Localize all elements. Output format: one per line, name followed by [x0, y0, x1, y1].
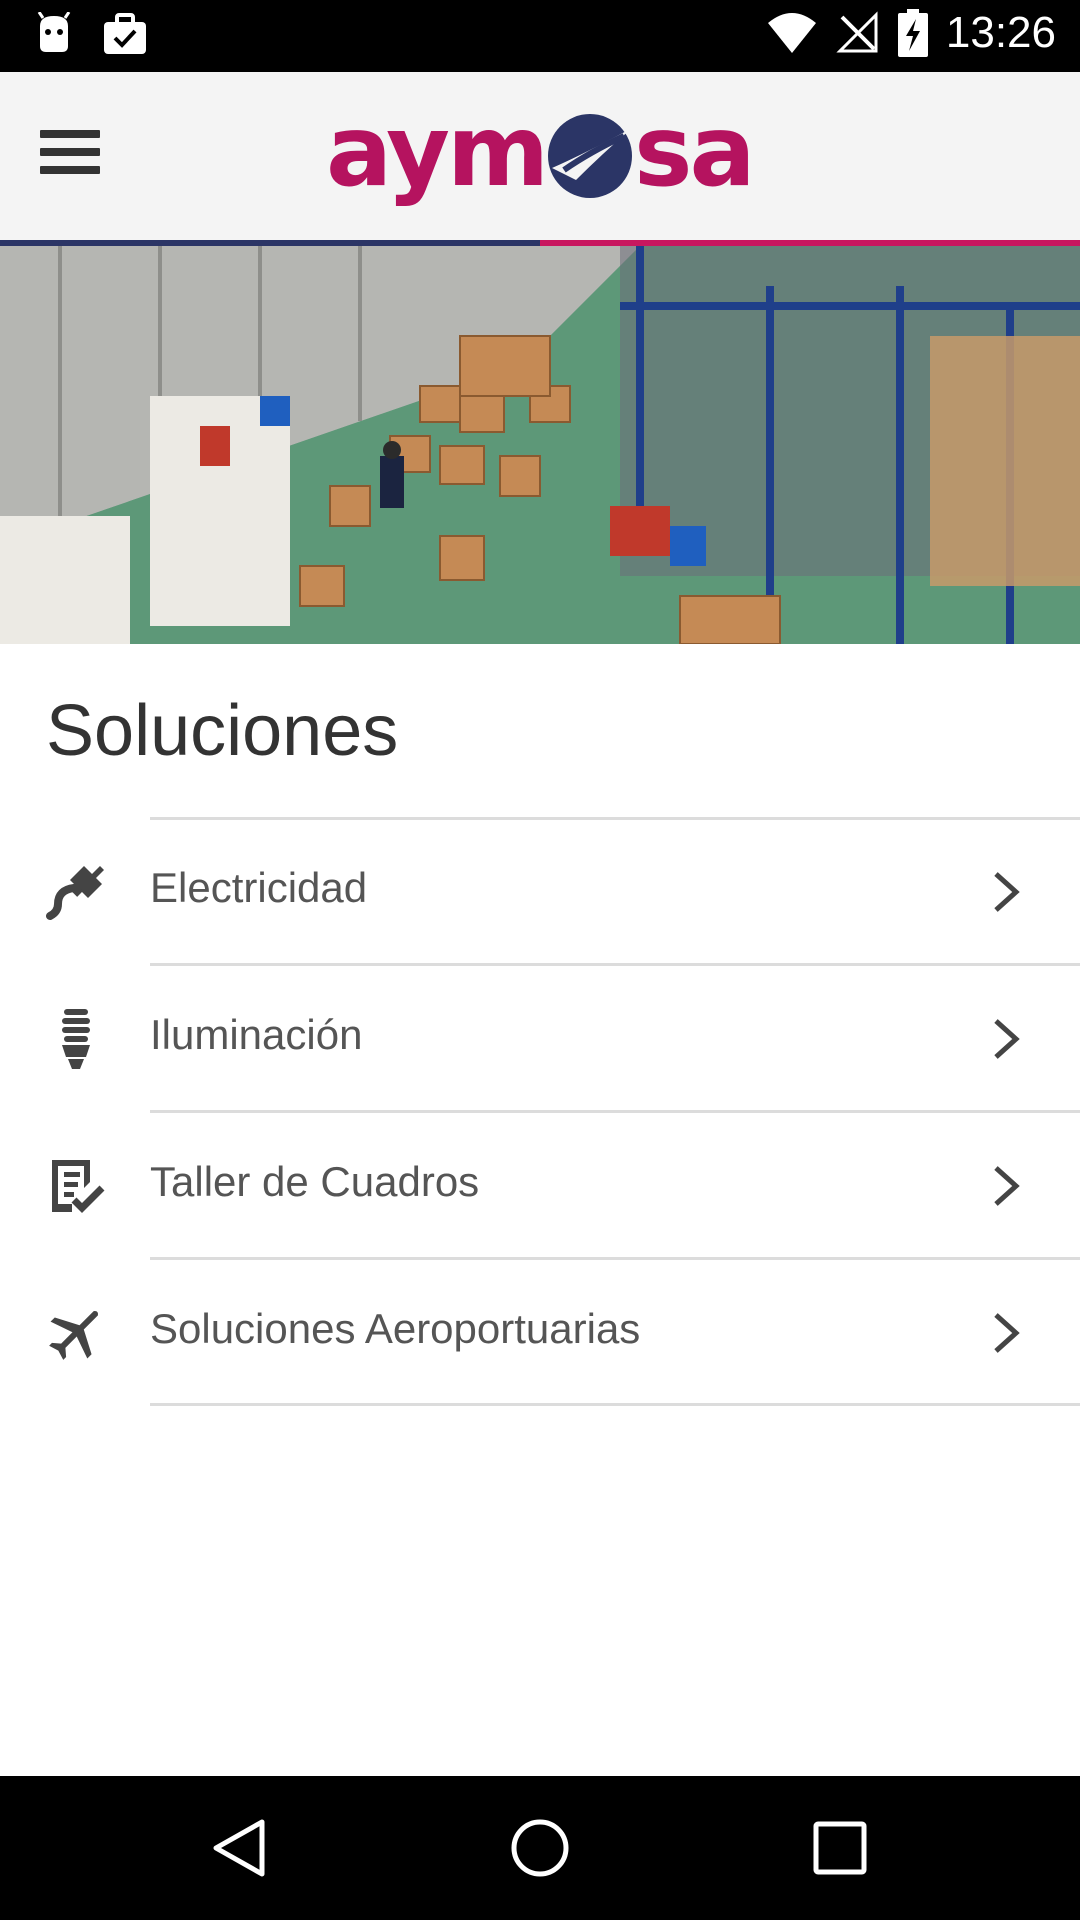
- clock: 13:26: [945, 8, 1056, 57]
- plug-icon: [46, 866, 104, 920]
- checklist-icon: [52, 1160, 105, 1213]
- hamburger-icon[interactable]: [40, 130, 100, 182]
- briefcase-check-icon: [104, 13, 146, 54]
- navigation-bar: [0, 1776, 1080, 1920]
- warehouse-photo: [0, 246, 1080, 644]
- brand-logo: aym sa: [326, 95, 756, 209]
- logo-emblem-icon: [544, 106, 636, 198]
- chevron-right-icon: [994, 872, 1020, 912]
- airplane-icon: [49, 1310, 99, 1360]
- divider: [150, 1403, 1080, 1406]
- list-item-soluciones-aeroportuarias[interactable]: Soluciones Aeroportuarias: [0, 1261, 1080, 1405]
- list-item-iluminacion[interactable]: Iluminación: [0, 967, 1080, 1111]
- page-title: Soluciones: [46, 691, 399, 771]
- chevron-right-icon: [994, 1313, 1020, 1353]
- list-item-electricidad[interactable]: Electricidad: [0, 820, 1080, 964]
- chevron-right-icon: [994, 1019, 1020, 1059]
- divider: [150, 963, 1080, 966]
- divider: [150, 1257, 1080, 1260]
- recents-icon[interactable]: [808, 1816, 872, 1880]
- android-debug-icon: [37, 12, 71, 52]
- list-item-label: Electricidad: [150, 864, 368, 911]
- status-bar: 13:26: [0, 0, 1080, 72]
- chevron-right-icon: [994, 1166, 1020, 1206]
- bulb-icon: [62, 1009, 90, 1069]
- list-item-taller-de-cuadros[interactable]: Taller de Cuadros: [0, 1114, 1080, 1258]
- app-header: aym sa: [0, 72, 1080, 240]
- wifi-icon: [767, 13, 816, 53]
- list-item-label: Taller de Cuadros: [150, 1158, 480, 1205]
- signal-off-icon: [836, 11, 878, 53]
- battery-charging-icon: [897, 9, 928, 57]
- logo-text-right: sa: [634, 95, 755, 209]
- list-item-label: Iluminación: [150, 1011, 363, 1058]
- back-icon[interactable]: [208, 1816, 272, 1880]
- divider: [150, 1110, 1080, 1113]
- logo-text-left: aym: [326, 95, 549, 209]
- home-icon[interactable]: [508, 1816, 572, 1880]
- list-item-label: Soluciones Aeroportuarias: [150, 1305, 641, 1352]
